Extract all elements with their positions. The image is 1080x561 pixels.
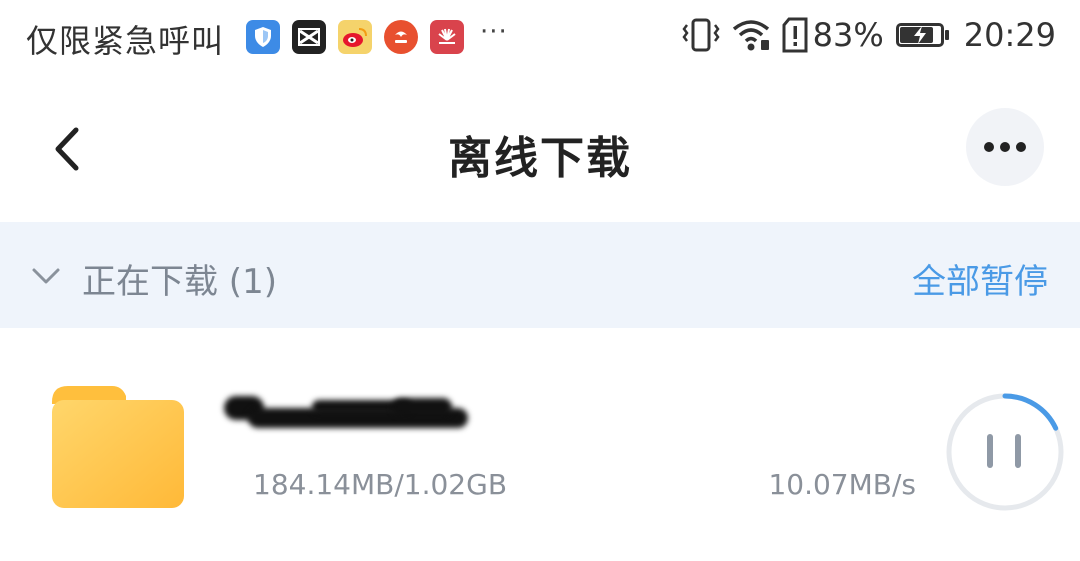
pause-icon <box>987 434 1021 468</box>
vibrate-icon <box>682 18 720 52</box>
folder-icon <box>52 386 184 508</box>
download-size-progress: 184.14MB/1.02GB <box>253 468 508 501</box>
clock: 20:29 <box>963 16 1056 54</box>
pause-all-button[interactable]: 全部暂停 <box>912 254 1048 303</box>
wifi-icon <box>732 20 769 51</box>
download-speed: 10.07MB/s <box>768 468 916 501</box>
file-name <box>222 394 472 428</box>
chevron-down-icon[interactable] <box>30 260 62 290</box>
battery-charging-icon <box>895 23 950 47</box>
more-horizontal-icon <box>981 142 1029 152</box>
more-notifications: ··· <box>480 17 508 47</box>
downloading-section-header[interactable]: 正在下载 (1) 全部暂停 <box>0 222 1080 328</box>
pause-download-button[interactable] <box>945 392 1065 512</box>
header: 离线下载 <box>0 76 1080 222</box>
progress-ring <box>946 393 1064 511</box>
battery-percent: 83% <box>812 16 884 54</box>
page-title: 离线下载 <box>448 133 632 184</box>
carrier-text: 仅限紧急呼叫 <box>26 22 225 60</box>
notification-icons: ··· <box>246 17 508 54</box>
status-bar: 仅限紧急呼叫 ··· 83% 20:29 <box>0 0 1080 76</box>
weibo-icon <box>338 20 372 54</box>
more-options-button[interactable] <box>966 108 1044 186</box>
download-item[interactable]: 184.14MB/1.02GB 10.07MB/s <box>0 328 1080 561</box>
shield-app-icon <box>246 20 280 54</box>
jd-icon <box>384 20 418 54</box>
section-title: 正在下载 (1) <box>82 262 277 302</box>
sim-alert-icon <box>782 17 808 53</box>
system-icons: 83% 20:29 <box>681 16 1056 54</box>
huawei-icon <box>430 20 464 54</box>
capcut-icon <box>292 20 326 54</box>
